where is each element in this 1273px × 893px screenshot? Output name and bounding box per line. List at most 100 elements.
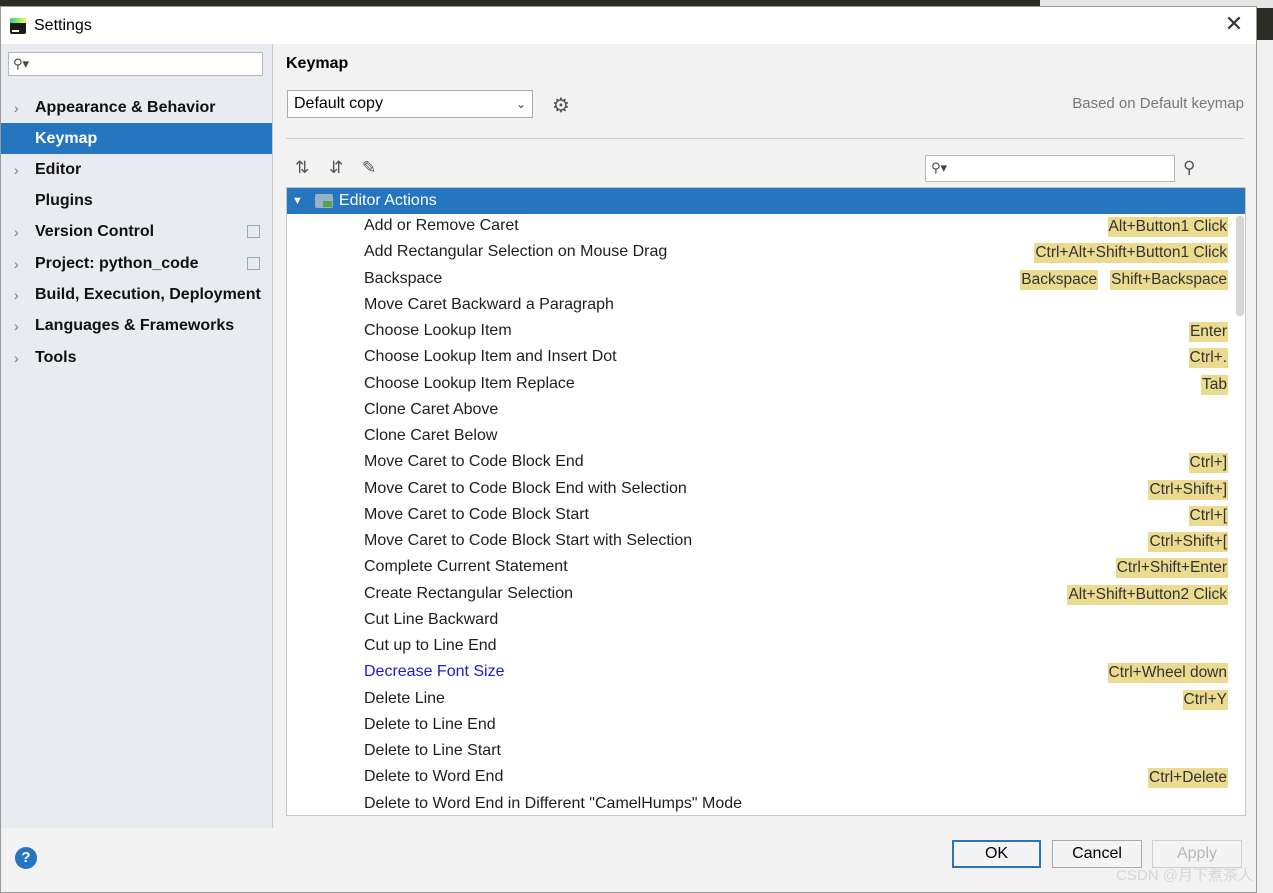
shortcut-list: Backspace Shift+Backspace (1020, 269, 1228, 290)
action-row[interactable]: Delete to Word End Ctrl+Delete (287, 765, 1231, 791)
shortcut-list: Ctrl+. (1188, 348, 1228, 369)
shortcut-badge: Ctrl+Wheel down (1107, 663, 1228, 684)
chevron-right-icon: › (14, 349, 19, 366)
action-row[interactable]: Cut up to Line End (287, 634, 1231, 660)
action-row[interactable]: Move Caret to Code Block End Ctrl+] (287, 450, 1231, 476)
chevron-right-icon: › (14, 161, 19, 178)
tree-group-editor-actions[interactable]: ▼ Editor Actions (287, 188, 1245, 214)
action-row[interactable]: Choose Lookup Item Enter (287, 319, 1231, 345)
action-row[interactable]: Complete Current Statement Ctrl+Shift+Ent… (287, 555, 1231, 581)
shortcut-badge: Alt+Button1 Click (1107, 217, 1228, 237)
action-label: Move Caret to Code Block End with Select… (364, 479, 687, 497)
action-label: Move Caret to Code Block Start (364, 505, 589, 523)
shortcut-list: Ctrl+Shift+[ (1148, 532, 1228, 552)
sidebar-item-label: Keymap (35, 129, 98, 147)
shortcut-list: Ctrl+Shift+Enter (1115, 558, 1228, 579)
expand-all-icon[interactable]: ⇅ (295, 158, 309, 178)
shortcut-badge: Ctrl+Shift+Enter (1115, 558, 1228, 579)
shortcut-badge: Ctrl+Delete (1148, 768, 1228, 789)
action-row[interactable]: Move Caret to Code Block Start Ctrl+[ (287, 503, 1231, 529)
action-row[interactable]: Delete to Line Start (287, 739, 1231, 765)
project-level-icon (247, 257, 260, 270)
action-row[interactable]: Move Caret Backward a Paragraph (287, 293, 1231, 319)
action-label: Delete to Line End (364, 715, 496, 733)
sidebar-item[interactable]: › Build, Execution, Deployment (1, 279, 272, 310)
action-row[interactable]: Create Rectangular Selection Alt+Shift+Bu… (287, 582, 1231, 608)
shortcut-badge: Ctrl+Shift+[ (1148, 532, 1228, 552)
background-ide-edge (1257, 40, 1273, 893)
action-label: Move Caret to Code Block Start with Sele… (364, 532, 693, 549)
chevron-right-icon: › (14, 286, 19, 303)
sidebar-item[interactable]: › Appearance & Behavior (1, 92, 272, 123)
sidebar-item-label: Languages & Frameworks (35, 316, 235, 334)
tree-group-label: Editor Actions (338, 192, 437, 209)
sidebar-item-label: Appearance & Behavior (35, 98, 216, 116)
sidebar-item[interactable]: Plugins (1, 185, 272, 216)
action-label: Choose Lookup Item (364, 322, 512, 339)
scrollbar-thumb[interactable] (1236, 216, 1244, 316)
find-by-shortcut-icon[interactable]: ⚲ (1183, 158, 1195, 178)
shortcut-badge: Ctrl+Shift+] (1148, 479, 1228, 500)
keymap-tree: ▼ Editor Actions Add or Remove Caret Alt+… (286, 187, 1246, 816)
action-row[interactable]: Choose Lookup Item Replace Tab (287, 372, 1231, 398)
settings-dialog: Settings ✕ ⚲▾ › Appearance & Behavior Keym… (0, 6, 1257, 893)
shortcut-list: Ctrl+[ (1188, 505, 1228, 526)
shortcut-badge: Enter (1188, 322, 1228, 342)
action-row[interactable]: Delete to Word End in Different "CamelHu… (287, 792, 1231, 816)
sidebar-item[interactable]: › Tools (1, 342, 272, 373)
sidebar-item[interactable]: › Version Control (1, 216, 272, 247)
chevron-right-icon: › (14, 317, 19, 334)
action-row[interactable]: Add or Remove Caret Alt+Button1 Click (287, 214, 1231, 240)
shortcut-list: Alt+Shift+Button2 Click (1067, 584, 1228, 605)
shortcut-badge: Ctrl+. (1188, 348, 1228, 369)
action-row[interactable]: Clone Caret Below (287, 424, 1231, 450)
chevron-down-icon: ⌄ (515, 97, 526, 111)
project-level-icon (247, 225, 260, 238)
based-on-text: Based on Default keymap (1072, 95, 1244, 112)
settings-search-input[interactable]: ⚲▾ (8, 52, 263, 76)
action-label: Clone Caret Above (364, 400, 499, 418)
action-row[interactable]: Move Caret to Code Block End with Select… (287, 477, 1231, 503)
action-label: Choose Lookup Item and Insert Dot (364, 348, 617, 366)
action-row[interactable]: Delete Line Ctrl+Y (287, 687, 1231, 713)
keymap-select[interactable]: Default copy ⌄ (287, 90, 533, 118)
keymap-search-input[interactable]: ⚲▾ (925, 155, 1175, 182)
action-row[interactable]: Add Rectangular Selection on Mouse Drag C… (287, 240, 1231, 266)
collapse-all-icon[interactable]: ⇵ (329, 158, 343, 178)
shortcut-list: Tab (1201, 374, 1228, 395)
watermark: CSDN @月下煮茶人 (1116, 867, 1253, 884)
action-row[interactable]: Decrease Font Size Ctrl+Wheel down (287, 660, 1231, 686)
sidebar-item[interactable]: › Languages & Frameworks (1, 310, 272, 341)
shortcut-badge: Alt+Shift+Button2 Click (1067, 584, 1228, 605)
action-row[interactable]: Cut Line Backward (287, 608, 1231, 634)
action-row[interactable]: Move Caret to Code Block Start with Sele… (287, 529, 1231, 555)
action-label: Move Caret Backward a Paragraph (364, 295, 614, 313)
gear-icon[interactable]: ⚙ (552, 93, 570, 118)
close-button[interactable]: ✕ (1222, 13, 1246, 37)
action-label: Delete to Word End in Different "CamelHu… (364, 794, 743, 812)
action-row[interactable]: Choose Lookup Item and Insert Dot Ctrl+. (287, 345, 1231, 371)
shortcut-list: Ctrl+Shift+] (1148, 479, 1228, 500)
sidebar-item-label: Project: python_code (35, 254, 199, 272)
action-label: Decrease Font Size (364, 663, 505, 681)
edit-icon[interactable]: ✎ (362, 158, 376, 178)
shortcut-badge: Ctrl+] (1188, 453, 1228, 474)
action-row[interactable]: Clone Caret Above (287, 398, 1231, 424)
action-label: Complete Current Statement (364, 558, 568, 576)
action-row[interactable]: Delete to Line End (287, 713, 1231, 739)
sidebar-item[interactable]: Keymap (1, 123, 272, 154)
sidebar-item[interactable]: › Project: python_code (1, 248, 272, 279)
keymap-select-value: Default copy (294, 95, 383, 112)
action-label: Cut up to Line End (364, 637, 497, 654)
action-label: Cut Line Backward (364, 610, 499, 628)
sidebar-item[interactable]: › Editor (1, 154, 272, 185)
ok-button[interactable]: OK (952, 840, 1041, 868)
action-label: Backspace (364, 269, 443, 287)
action-label: Delete to Word End (364, 768, 504, 786)
shortcut-list: Ctrl+Wheel down (1107, 663, 1228, 684)
keymap-panel: Keymap Default copy ⌄ ⚙ Based on Default… (273, 44, 1256, 828)
chevron-down-icon: ▼ (292, 195, 303, 207)
search-icon: ⚲▾ (931, 160, 948, 175)
help-button[interactable]: ? (15, 847, 37, 869)
action-row[interactable]: Backspace Backspace Shift+Backspace (287, 267, 1231, 293)
